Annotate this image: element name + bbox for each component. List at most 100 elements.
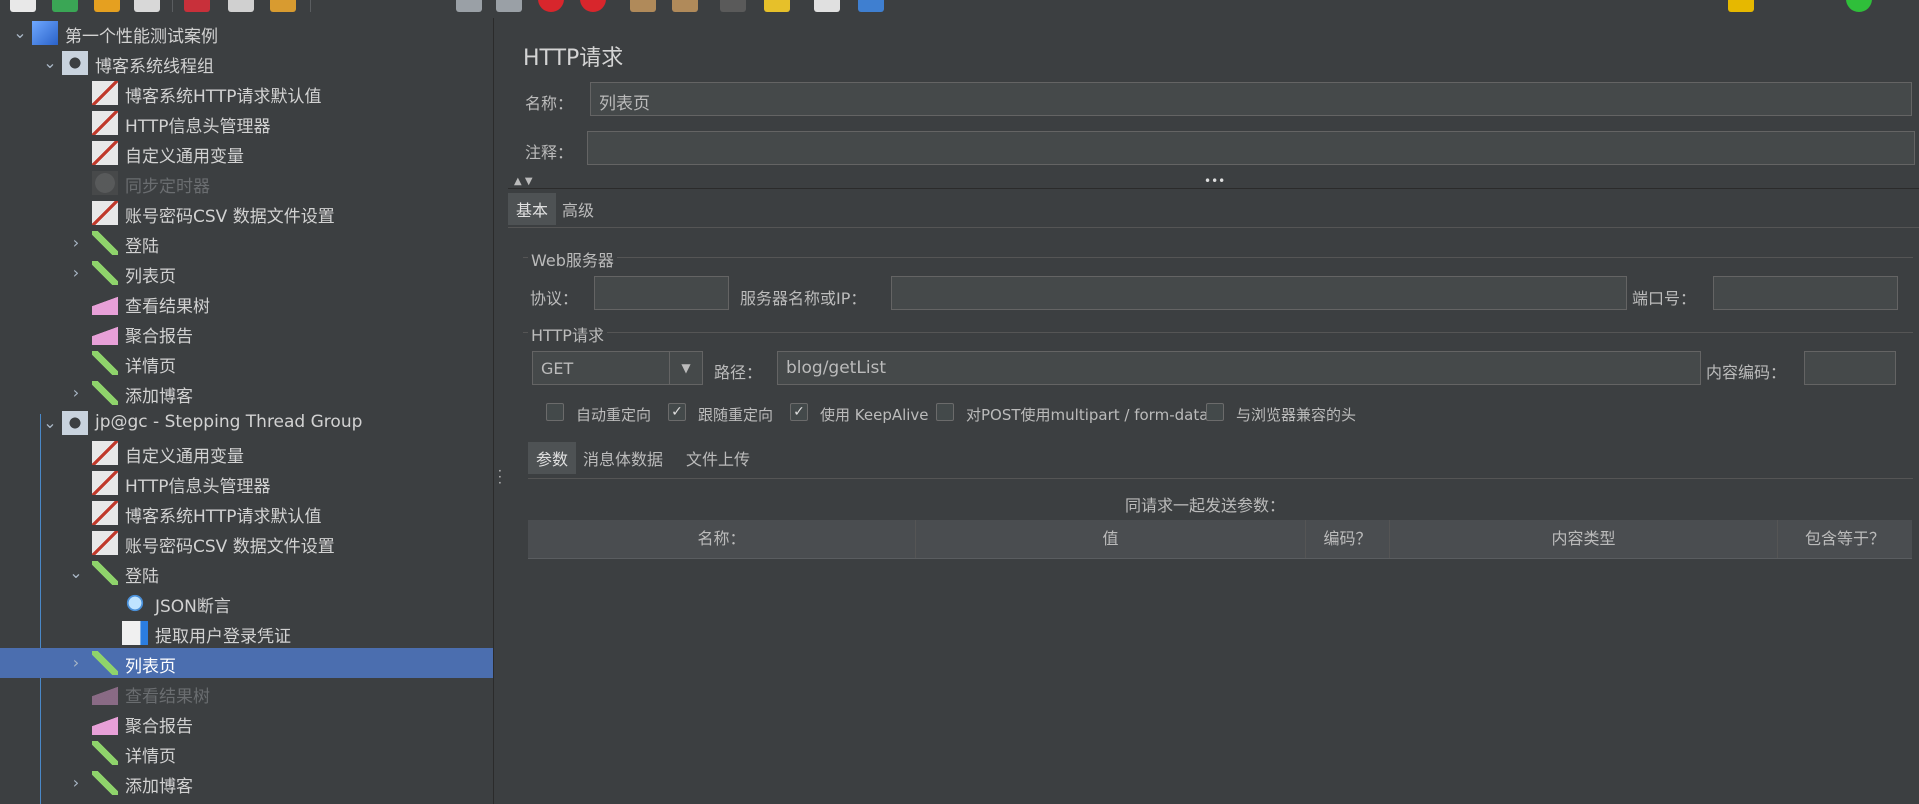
port-field[interactable] — [1713, 276, 1898, 310]
tree-item-label: 详情页 — [125, 357, 176, 377]
stop-icon[interactable] — [538, 0, 564, 12]
tree-item[interactable]: › 登陆 — [0, 228, 493, 258]
tab-underline — [508, 227, 1919, 228]
column-header-include-equals[interactable]: 包含等于？ — [1778, 520, 1912, 558]
tree-item[interactable]: ⌄ 博客系统线程组 — [0, 48, 493, 78]
start-icon[interactable] — [456, 0, 482, 12]
tree-item-label: 查看结果树 — [125, 297, 210, 317]
column-header-name[interactable]: 名称： — [528, 520, 916, 558]
cut-icon[interactable] — [184, 0, 210, 12]
tree-item[interactable]: HTTP信息头管理器 — [0, 108, 493, 138]
column-header-encode[interactable]: 编码？ — [1306, 520, 1390, 558]
tab-file-upload[interactable]: 文件上传 — [678, 442, 758, 474]
config-tools-icon — [92, 81, 118, 105]
tree-item[interactable]: 查看结果树 — [0, 678, 493, 708]
tree-item[interactable]: 博客系统HTTP请求默认值 — [0, 78, 493, 108]
tree-item[interactable]: 自定义通用变量 — [0, 138, 493, 168]
tree-item[interactable]: › 列表页 — [0, 258, 493, 288]
tree-item[interactable]: 自定义通用变量 — [0, 438, 493, 468]
open-icon[interactable] — [94, 0, 120, 12]
split-pane-divider[interactable]: · · · — [493, 18, 508, 804]
chevron-down-icon[interactable]: ⌄ — [40, 53, 60, 73]
comment-field[interactable] — [587, 131, 1915, 165]
tab-parameters[interactable]: 参数 — [528, 442, 577, 474]
chevron-down-icon[interactable]: ⌄ — [10, 23, 30, 43]
tree-item[interactable]: 聚合报告 — [0, 318, 493, 348]
tree-item[interactable]: › 列表页 — [0, 648, 493, 678]
tree-item[interactable]: ⌄ 登陆 — [0, 558, 493, 588]
column-header-value[interactable]: 值 — [916, 520, 1306, 558]
tree-item[interactable]: 聚合报告 — [0, 708, 493, 738]
config-tools-icon — [92, 531, 118, 555]
auto-redirect-checkbox[interactable] — [546, 403, 564, 421]
tree-item[interactable]: 账号密码CSV 数据文件设置 — [0, 528, 493, 558]
tree-item-label: 账号密码CSV 数据文件设置 — [125, 207, 335, 227]
gear-icon — [62, 51, 88, 75]
tree-item[interactable]: 查看结果树 — [0, 288, 493, 318]
help-icon[interactable] — [858, 0, 884, 12]
tree-item[interactable]: HTTP信息头管理器 — [0, 468, 493, 498]
tree-item[interactable]: ⌄ jp@gc - Stepping Thread Group — [0, 408, 493, 438]
chevron-right-icon[interactable]: › — [66, 653, 86, 673]
column-header-content-type[interactable]: 内容类型 — [1390, 520, 1778, 558]
function-helper-icon[interactable] — [814, 0, 840, 12]
reset-search-icon[interactable] — [764, 0, 790, 12]
search-icon[interactable] — [720, 0, 746, 12]
tab-advanced[interactable]: 高级 — [554, 193, 602, 225]
http-request-section-line — [523, 332, 1913, 333]
multipart-checkbox[interactable] — [936, 403, 954, 421]
tree-item[interactable]: 博客系统HTTP请求默认值 — [0, 498, 493, 528]
save-icon[interactable] — [134, 0, 160, 12]
paste-icon[interactable] — [270, 0, 296, 12]
tree-item[interactable]: ⌄ 第一个性能测试案例 — [0, 18, 493, 48]
toolbar-separator — [172, 0, 173, 12]
top-divider[interactable] — [508, 188, 1919, 189]
port-label: 端口号： — [1632, 289, 1697, 308]
templates-icon[interactable] — [52, 0, 78, 12]
tree-item[interactable]: 同步定时器 — [0, 168, 493, 198]
chevron-right-icon[interactable]: › — [66, 773, 86, 793]
name-field[interactable]: 列表页 — [590, 82, 1912, 116]
chevron-right-icon[interactable]: › — [66, 383, 86, 403]
tree-item-label: HTTP信息头管理器 — [125, 117, 271, 137]
config-tools-icon — [92, 141, 118, 165]
tree-item-label: 列表页 — [125, 657, 176, 677]
chevron-down-icon[interactable]: ▼ — [669, 352, 702, 384]
clear-icon[interactable] — [630, 0, 656, 12]
divider-grip-icon[interactable]: ••• — [1204, 174, 1225, 188]
sampler-pipette-icon — [92, 771, 118, 795]
tree-item[interactable]: 详情页 — [0, 348, 493, 378]
tab-basic[interactable]: 基本 — [508, 193, 557, 225]
start-no-pauses-icon[interactable] — [496, 0, 522, 12]
browser-headers-checkbox[interactable] — [1206, 403, 1224, 421]
path-field[interactable]: blog/getList — [777, 351, 1701, 385]
chevron-down-icon[interactable]: ⌄ — [40, 413, 60, 433]
warning-icon[interactable] — [1728, 0, 1754, 12]
collapse-arrows-icon[interactable]: ▲ ▼ — [514, 176, 533, 187]
tree-item[interactable]: 详情页 — [0, 738, 493, 768]
tab-body-data[interactable]: 消息体数据 — [575, 442, 671, 474]
config-tools-icon — [92, 501, 118, 525]
method-select[interactable]: GET ▼ — [532, 351, 703, 385]
listener-chart-icon — [92, 711, 118, 735]
tree-item[interactable]: 账号密码CSV 数据文件设置 — [0, 198, 493, 228]
tree-item[interactable]: › 添加博客 — [0, 768, 493, 798]
test-plan-tree[interactable]: ⌄ 第一个性能测试案例 ⌄ 博客系统线程组 博客系统HTTP请求默认值 HTTP信息头管理… — [0, 18, 493, 804]
chevron-down-icon[interactable]: ⌄ — [66, 563, 86, 583]
chevron-right-icon[interactable]: › — [66, 233, 86, 253]
listener-chart-icon — [92, 291, 118, 315]
protocol-field[interactable] — [594, 276, 729, 310]
chevron-right-icon[interactable]: › — [66, 263, 86, 283]
new-icon[interactable] — [10, 0, 36, 12]
server-field[interactable] — [891, 276, 1627, 310]
copy-icon[interactable] — [228, 0, 254, 12]
clear-all-icon[interactable] — [672, 0, 698, 12]
keepalive-checkbox[interactable]: ✓ — [790, 403, 808, 421]
tree-item[interactable]: › 添加博客 — [0, 378, 493, 408]
tree-item[interactable]: JSON断言 — [0, 588, 493, 618]
encoding-field[interactable] — [1804, 351, 1896, 385]
listener-chart-icon — [92, 681, 118, 705]
tree-item[interactable]: 提取用户登录凭证 — [0, 618, 493, 648]
follow-redirect-checkbox[interactable]: ✓ — [668, 403, 686, 421]
shutdown-icon[interactable] — [580, 0, 606, 12]
